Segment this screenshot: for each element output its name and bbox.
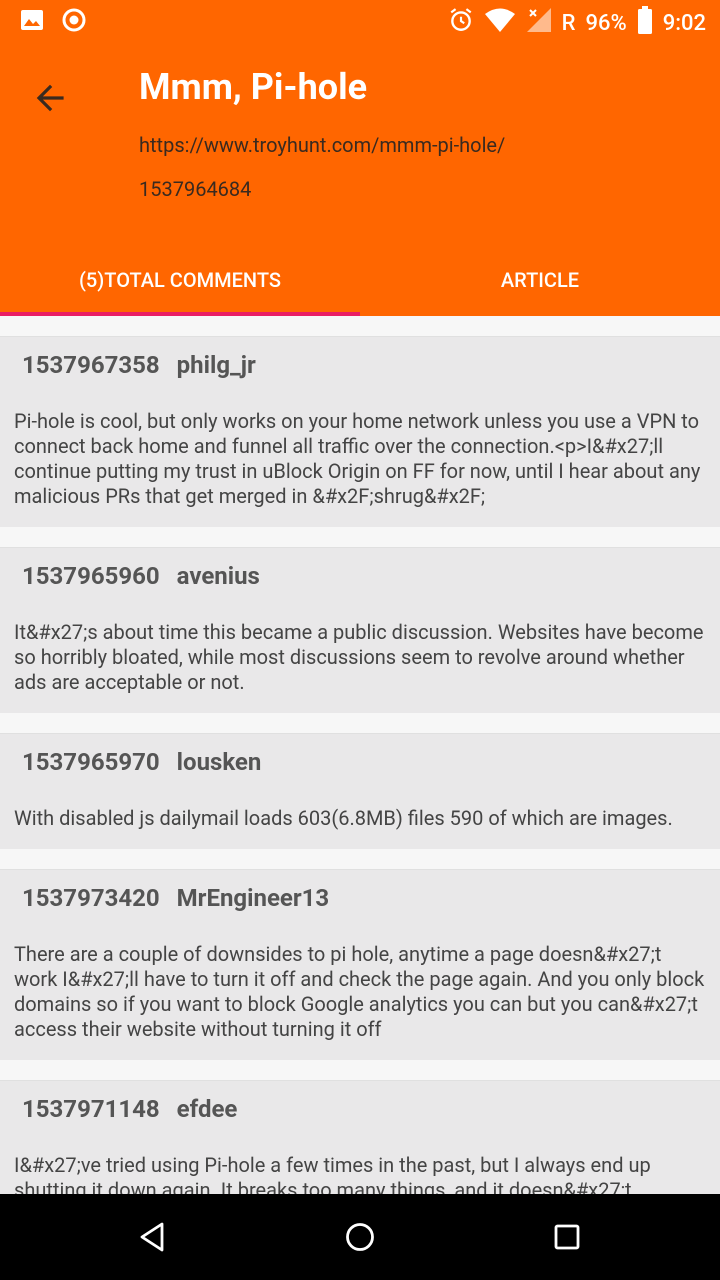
comment-author: philg_jr — [176, 351, 256, 379]
tab-label: ARTICLE — [500, 267, 580, 292]
comment-card[interactable]: 1537967358 philg_jr Pi-hole is cool, but… — [0, 336, 720, 527]
comments-list[interactable]: 1537967358 philg_jr Pi-hole is cool, but… — [0, 316, 720, 1194]
status-bar: R 96% 9:02 — [0, 0, 720, 44]
wifi-icon — [484, 7, 516, 39]
tab-bar: (5)TOTAL COMMENTS ARTICLE — [0, 243, 720, 316]
comment-timestamp: 1537973420 — [22, 884, 160, 912]
comment-author: lousken — [176, 748, 262, 776]
nav-home-button[interactable] — [343, 1220, 377, 1254]
record-icon — [62, 8, 86, 36]
tab-article[interactable]: ARTICLE — [360, 243, 720, 316]
article-url: https://www.troyhunt.com/mmm-pi-hole/ — [139, 133, 506, 157]
article-timestamp: 1537964684 — [139, 177, 252, 201]
image-icon — [20, 8, 44, 36]
page-title: Mmm, Pi-hole — [139, 66, 368, 108]
comment-card[interactable]: 1537973420 MrEngineer13 There are a coup… — [0, 869, 720, 1060]
comment-header: 1537967358 philg_jr — [0, 351, 720, 409]
comment-timestamp: 1537971148 — [22, 1095, 160, 1123]
tab-total-comments[interactable]: (5)TOTAL COMMENTS — [0, 243, 360, 316]
square-recents-icon — [550, 1224, 584, 1258]
clock: 9:02 — [662, 10, 706, 36]
back-button[interactable] — [26, 74, 74, 122]
comment-author: efdee — [176, 1095, 238, 1123]
battery-icon — [637, 6, 653, 40]
roaming-label: R — [561, 10, 576, 36]
alarm-icon — [448, 7, 474, 39]
nav-recents-button[interactable] — [550, 1220, 584, 1254]
comment-card[interactable]: 1537965970 lousken With disabled js dail… — [0, 733, 720, 849]
comment-timestamp: 1537965970 — [22, 748, 160, 776]
back-arrow-icon — [26, 84, 74, 126]
comment-header: 1537965970 lousken — [0, 748, 720, 806]
triangle-back-icon — [136, 1222, 170, 1258]
comment-card[interactable]: 1537971148 efdee I&#x27;ve tried using P… — [0, 1080, 720, 1194]
comment-card[interactable]: 1537965960 avenius It&#x27;s about time … — [0, 547, 720, 713]
comment-text: I&#x27;ve tried using Pi-hole a few time… — [14, 1153, 651, 1194]
comment-header: 1537973420 MrEngineer13 — [0, 884, 720, 942]
circle-home-icon — [343, 1223, 377, 1258]
comment-timestamp: 1537965960 — [22, 562, 160, 590]
battery-percent: 96% — [585, 10, 627, 36]
comment-header: 1537965960 avenius — [0, 562, 720, 620]
navigation-bar — [0, 1194, 720, 1280]
comment-text: With disabled js dailymail loads 603(6.8… — [14, 806, 673, 830]
tab-label: (5)TOTAL COMMENTS — [79, 267, 281, 292]
comment-author: MrEngineer13 — [176, 884, 330, 912]
app-bar: Mmm, Pi-hole https://www.troyhunt.com/mm… — [0, 44, 720, 316]
comment-author: avenius — [176, 562, 260, 590]
comment-timestamp: 1537967358 — [22, 351, 160, 379]
comment-text: There are a couple of downsides to pi ho… — [14, 942, 705, 1041]
comment-text: Pi-hole is cool, but only works on your … — [14, 409, 701, 508]
comment-text: It&#x27;s about time this became a publi… — [14, 620, 704, 694]
nav-back-button[interactable] — [136, 1220, 170, 1254]
cellular-signal-icon — [526, 7, 552, 39]
comment-header: 1537971148 efdee — [0, 1095, 720, 1153]
